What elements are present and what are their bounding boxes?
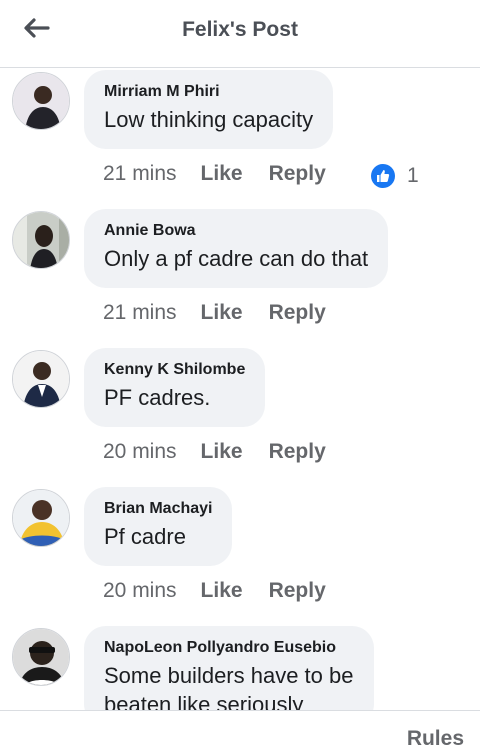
reply-button[interactable]: Reply — [269, 579, 326, 603]
reaction-count: 1 — [407, 164, 419, 187]
avatar[interactable] — [12, 628, 70, 686]
comment-bubble: Mirriam M Phiri Low thinking capacity — [84, 70, 334, 149]
rules-link[interactable]: Rules — [407, 727, 464, 751]
comment-author[interactable]: Kenny K Shilombe — [104, 361, 245, 379]
post-header: Felix's Post — [0, 0, 480, 68]
comment-text-continued: beaten like seriously — [104, 692, 304, 710]
like-button[interactable]: Like — [201, 301, 243, 325]
comment-text: PF cadres. — [104, 385, 211, 410]
reaction-summary[interactable]: 1 — [371, 164, 419, 188]
comment-actions: 21 mins Like Reply — [103, 301, 326, 325]
footer-bar: Rules — [0, 710, 480, 750]
comment-bubble: Brian Machayi Pf cadre — [84, 487, 233, 566]
reply-button[interactable]: Reply — [269, 301, 326, 325]
comment-actions: 20 mins Like Reply — [103, 440, 326, 464]
like-button[interactable]: Like — [201, 579, 243, 603]
comment-text: Pf cadre — [104, 524, 186, 549]
comment-bubble: NapoLeon Pollyandro Eusebio Some builder… — [84, 626, 374, 710]
page-title: Felix's Post — [182, 18, 298, 41]
avatar[interactable] — [12, 489, 70, 547]
comment-author[interactable]: Mirriam M Phiri — [104, 83, 313, 101]
comment-list[interactable]: Mirriam M Phiri Low thinking capacity 21… — [0, 68, 480, 710]
comment-actions: 20 mins Like Reply — [103, 579, 326, 603]
reply-button[interactable]: Reply — [269, 162, 326, 186]
comment-author[interactable]: Annie Bowa — [104, 222, 368, 240]
like-button[interactable]: Like — [201, 162, 243, 186]
comment-time: 21 mins — [103, 162, 177, 185]
avatar[interactable] — [12, 211, 70, 269]
comment-time: 20 mins — [103, 440, 177, 463]
avatar[interactable] — [12, 350, 70, 408]
comment-actions: 21 mins Like Reply — [103, 162, 326, 186]
comment-author[interactable]: NapoLeon Pollyandro Eusebio — [104, 639, 354, 657]
reply-button[interactable]: Reply — [269, 440, 326, 464]
like-button[interactable]: Like — [201, 440, 243, 464]
comment-time: 20 mins — [103, 579, 177, 602]
comment-author[interactable]: Brian Machayi — [104, 500, 212, 518]
like-reaction-icon — [371, 164, 395, 188]
comment-text: Low thinking capacity — [104, 107, 314, 132]
comment-time: 21 mins — [103, 301, 177, 324]
comment-text: Only a pf cadre can do that — [104, 246, 369, 271]
avatar[interactable] — [12, 72, 70, 130]
comment-bubble: Annie Bowa Only a pf cadre can do that — [84, 209, 389, 288]
comment-bubble: Kenny K Shilombe PF cadres. — [84, 348, 266, 427]
comment-text: Some builders have to be — [104, 663, 354, 688]
